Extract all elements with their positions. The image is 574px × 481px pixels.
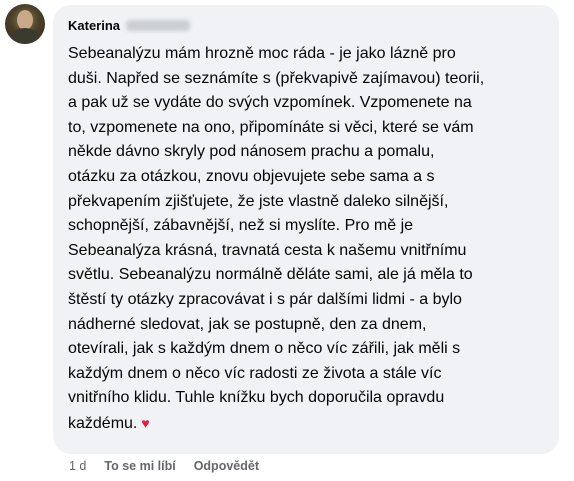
comment-text: Sebeanalýzu mám hrozně moc ráda - je jak… bbox=[68, 42, 548, 437]
comment-line: světlu. Sebeanalýzu normálně děláte sami… bbox=[68, 266, 473, 284]
author-row: Katerina bbox=[68, 16, 191, 34]
comment-bubble: Katerina Sebeanalýzu mám hrozně moc ráda… bbox=[53, 5, 559, 454]
comment-line: schopnější, zábavnější, než si myslíte. … bbox=[68, 217, 414, 235]
author-surname-redacted bbox=[126, 19, 191, 31]
comment-line: Sebeanalýza krásná, travnatá cesta k naš… bbox=[68, 241, 467, 259]
comment-body: Sebeanalýzu mám hrozně moc ráda - je jak… bbox=[68, 45, 484, 432]
comment-line: někde dávno skryly pod nánosem prachu a … bbox=[68, 143, 435, 161]
heart-icon: ♥ bbox=[141, 414, 150, 431]
comment-line: vnitřního klidu. Tuhle knížku bych dopor… bbox=[68, 389, 445, 407]
avatar-face bbox=[17, 10, 33, 30]
comment-line: otevírali, jak s každým dnem o něco víc … bbox=[68, 340, 461, 358]
comment-line: duši. Napřed se seznámíte s (překvapivě … bbox=[68, 69, 485, 87]
comment-line: překvapením zjišťujete, že jste vlastně … bbox=[68, 192, 449, 210]
comment-line: to, vzpomenete na ono, připomínáte si vě… bbox=[68, 118, 474, 136]
comment-line: Sebeanalýzu mám hrozně moc ráda - je jak… bbox=[68, 45, 456, 62]
avatar-body bbox=[11, 28, 39, 44]
like-button[interactable]: To se mi líbí bbox=[104, 459, 175, 473]
reply-button[interactable]: Odpovědět bbox=[194, 459, 259, 473]
comment-line: a pak už se vydáte do svých vzpomínek. V… bbox=[68, 94, 472, 112]
comment-line: nádherné sledovat, jak se postupně, den … bbox=[68, 315, 427, 333]
comment-line: každým dnem o něco víc radosti ze života… bbox=[68, 364, 442, 382]
comment-line: štěstí ty otázky zpracovávat i s pár dal… bbox=[68, 290, 462, 308]
comment-actions: 1 d To se mi líbí Odpovědět bbox=[69, 459, 259, 473]
comment-timestamp[interactable]: 1 d bbox=[69, 459, 86, 473]
comment-line: každému. bbox=[68, 414, 138, 432]
author-name[interactable]: Katerina bbox=[68, 18, 120, 33]
comment-line: otázku za otázkou, znovu objevujete sebe… bbox=[68, 167, 435, 185]
author-avatar[interactable] bbox=[5, 4, 45, 44]
